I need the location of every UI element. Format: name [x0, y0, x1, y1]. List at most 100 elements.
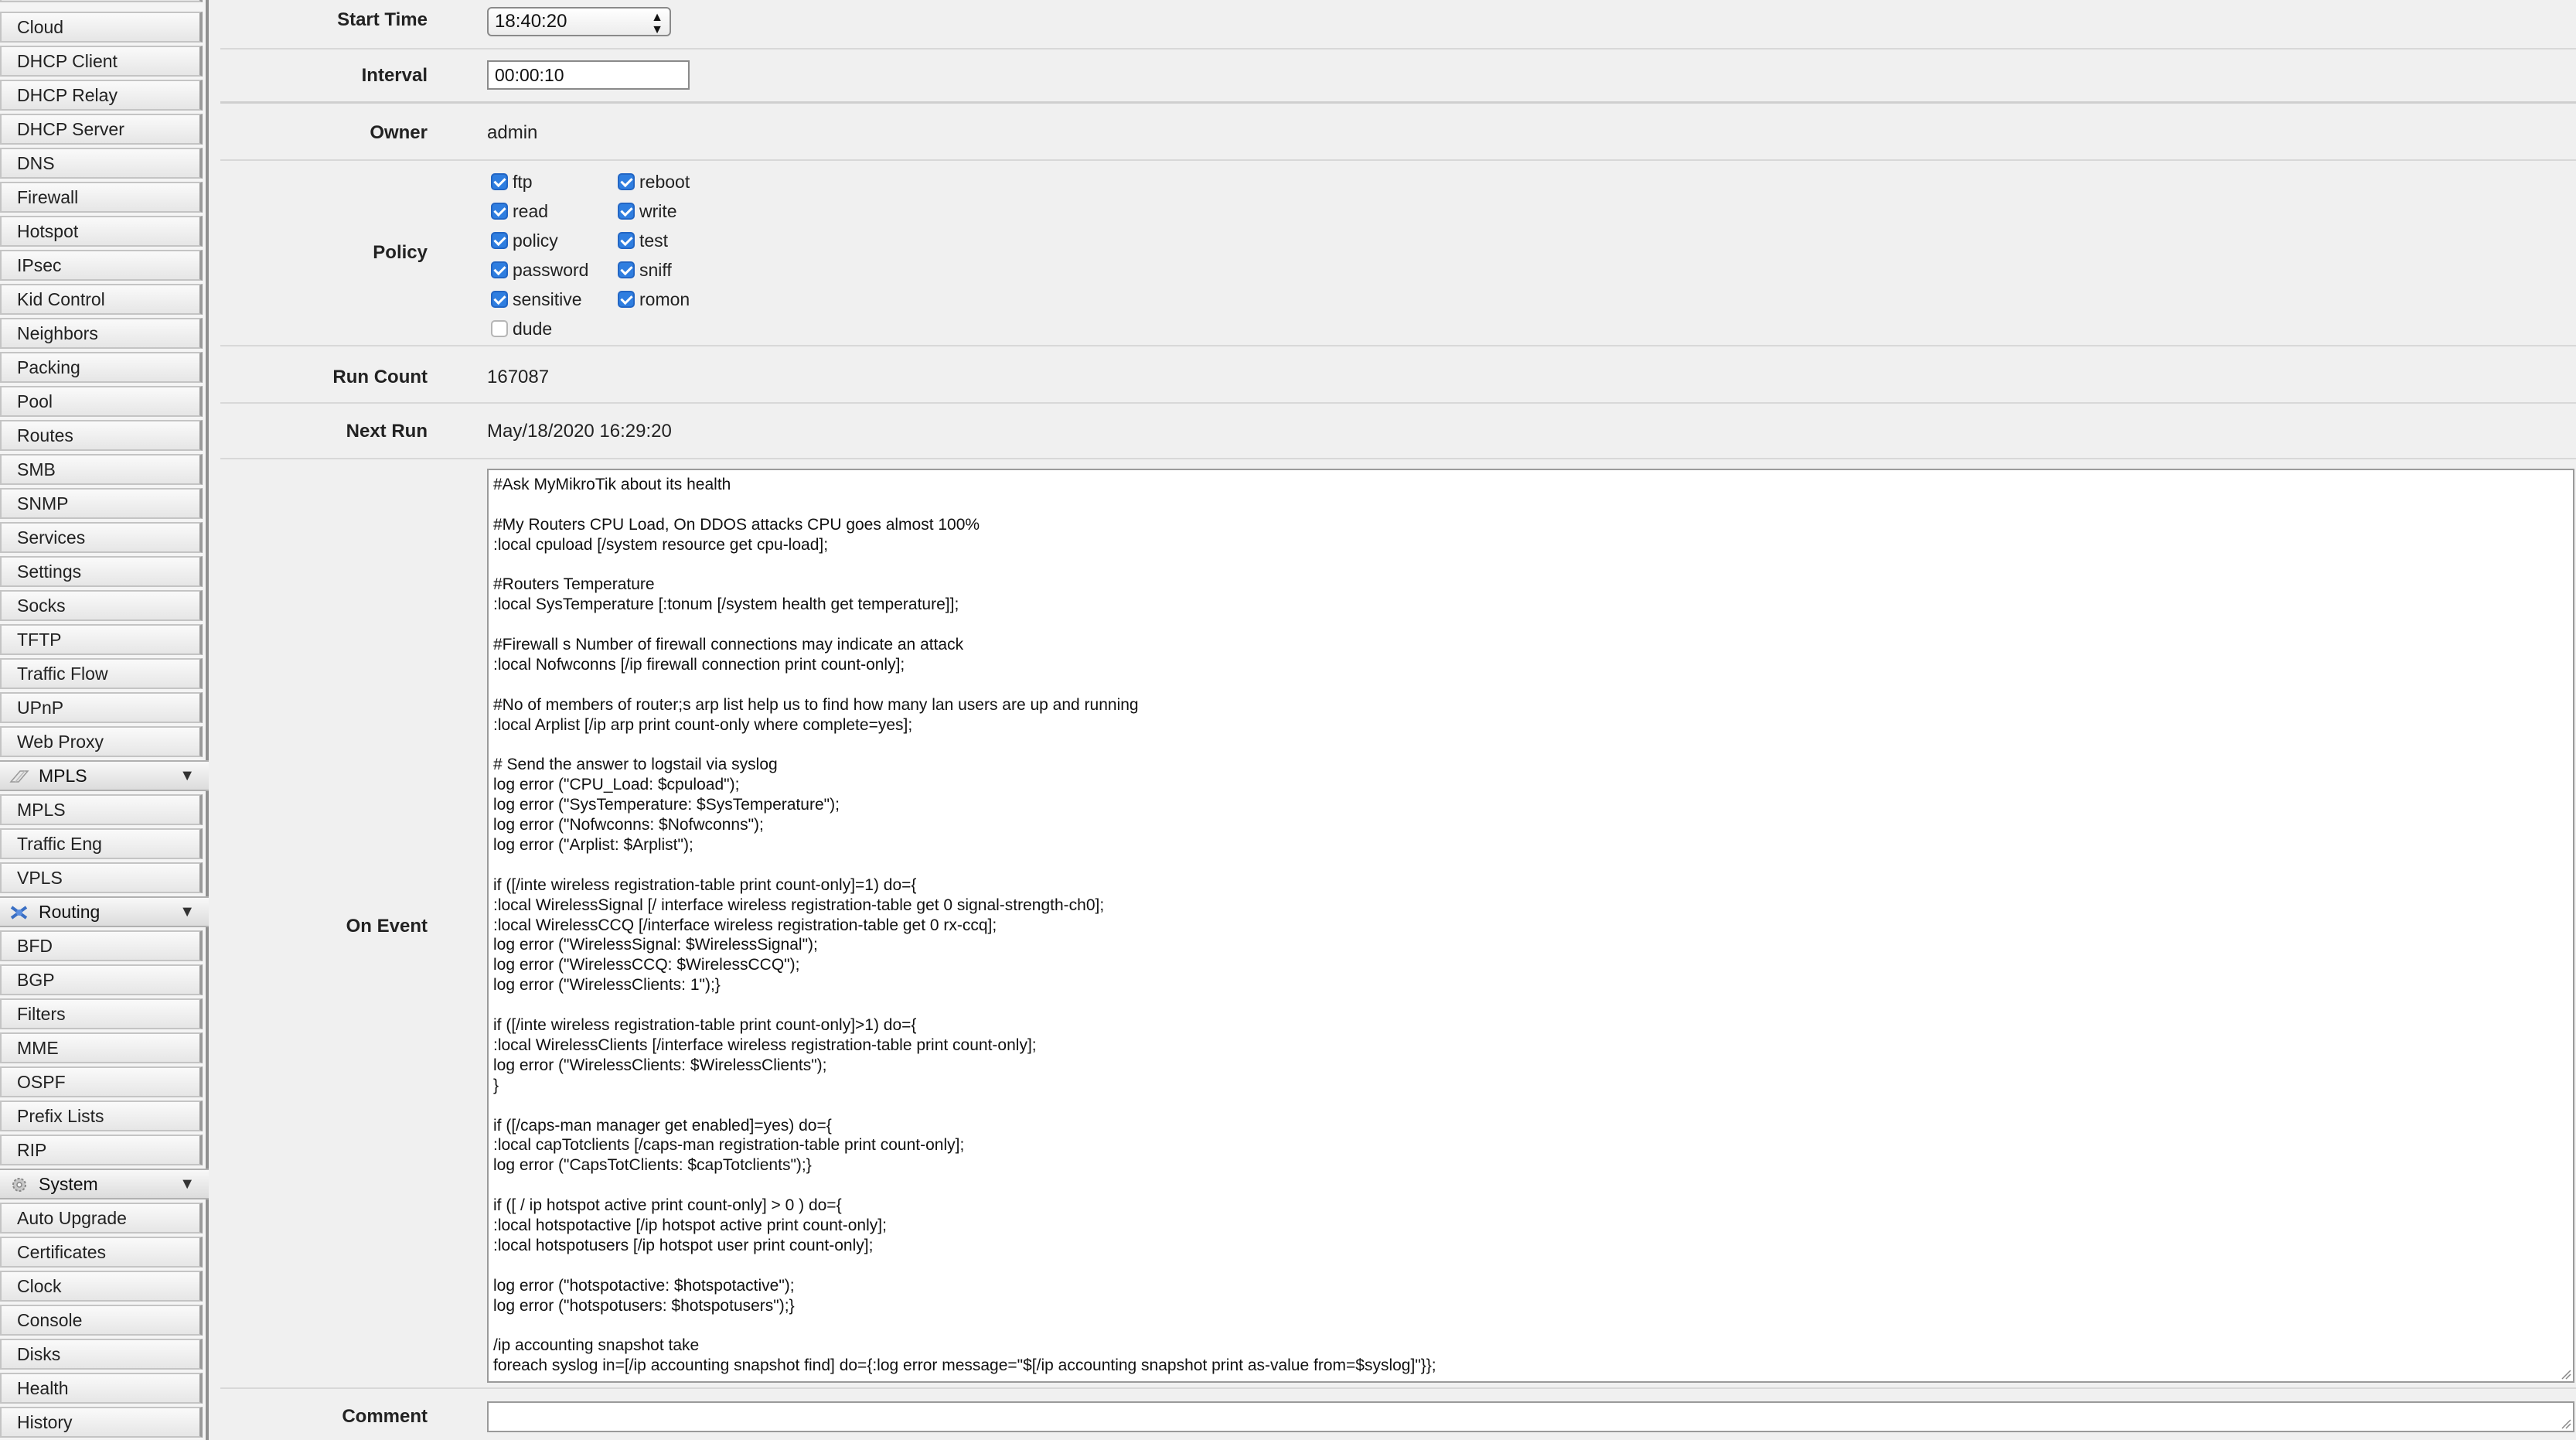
policy-checkbox-write[interactable]: write: [618, 200, 677, 223]
policy-checkbox-sensitive[interactable]: sensitive: [491, 288, 581, 311]
checkbox-checked-icon[interactable]: [618, 261, 635, 278]
sidebar-item-bfd[interactable]: BFD: [0, 930, 203, 961]
policy-checkbox-read[interactable]: read: [491, 200, 548, 223]
script-line: log error ("WirelessSignal: $WirelessSig…: [493, 936, 818, 954]
script-line: log error ("hotspotusers: $hotspotusers"…: [493, 1296, 795, 1315]
script-line: :local SysTemperature [:tonum [/system h…: [493, 595, 959, 614]
sidebar-item-routes[interactable]: Routes: [0, 420, 203, 451]
sidebar-item-settings[interactable]: Settings: [0, 556, 203, 587]
resize-handle-icon[interactable]: [2561, 1418, 2571, 1429]
sidebar-item-pool[interactable]: Pool: [0, 386, 203, 417]
sidebar-item-console[interactable]: Console: [0, 1305, 203, 1336]
start-time-value: 18:40:20: [495, 11, 567, 32]
sidebar-item-auto-upgrade[interactable]: Auto Upgrade: [0, 1203, 203, 1234]
sidebar-item-disks[interactable]: Disks: [0, 1339, 203, 1370]
comment-textarea[interactable]: [487, 1401, 2574, 1432]
sidebar-item-dhcp-client[interactable]: DHCP Client: [0, 46, 203, 77]
checkbox-checked-icon[interactable]: [491, 290, 508, 308]
policy-checkbox-policy[interactable]: policy: [491, 229, 558, 252]
sidebar-item-ipsec[interactable]: IPsec: [0, 250, 203, 281]
sidebar-item-mpls[interactable]: MPLS: [0, 794, 203, 825]
script-line: :local Nofwconns [/ip firewall connectio…: [493, 656, 905, 674]
sidebar-item-cloud[interactable]: Cloud: [0, 12, 203, 43]
policy-checkbox-sniff[interactable]: sniff: [618, 258, 672, 282]
sidebar-item-upnp[interactable]: UPnP: [0, 692, 203, 723]
sidebar-item-firewall[interactable]: Firewall: [0, 182, 203, 213]
sidebar-item-socks[interactable]: Socks: [0, 590, 203, 621]
run-count-row: Run Count 167087: [220, 346, 2576, 404]
sidebar-group-mpls[interactable]: MPLS ▼: [0, 760, 209, 791]
chevron-down-icon: ▼: [179, 767, 195, 784]
sidebar-item-tftp[interactable]: TFTP: [0, 624, 203, 655]
sidebar-item-partial[interactable]: [0, 0, 203, 2]
run-count-value: 167087: [487, 367, 550, 387]
interval-input[interactable]: [487, 60, 690, 90]
sidebar-item-prefix-lists[interactable]: Prefix Lists: [0, 1100, 203, 1131]
sidebar-item-hotspot[interactable]: Hotspot: [0, 216, 203, 247]
policy-checkbox-reboot[interactable]: reboot: [618, 170, 690, 193]
sidebar-item-health[interactable]: Health: [0, 1373, 203, 1404]
script-line: #No of members of router;s arp list help…: [493, 695, 1139, 714]
sidebar-item-dhcp-relay[interactable]: DHCP Relay: [0, 80, 203, 111]
checkbox-checked-icon[interactable]: [618, 231, 635, 249]
script-line: #Firewall s Number of firewall connectio…: [493, 636, 964, 654]
policy-checkbox-label: sniff: [639, 260, 672, 280]
sidebar-item-mme[interactable]: MME: [0, 1032, 203, 1063]
policy-checkbox-label: romon: [639, 289, 690, 309]
sidebar-item-snmp[interactable]: SNMP: [0, 488, 203, 519]
sidebar-item-services[interactable]: Services: [0, 522, 203, 553]
start-time-label: Start Time: [337, 9, 428, 30]
script-line: foreach syslog in=[/ip accounting snapsh…: [493, 1356, 1436, 1375]
checkbox-unchecked-icon[interactable]: [491, 319, 508, 337]
sidebar-item-web-proxy[interactable]: Web Proxy: [0, 726, 203, 757]
checkbox-checked-icon[interactable]: [491, 231, 508, 249]
sidebar-item-clock[interactable]: Clock: [0, 1271, 203, 1302]
script-line: log error ("CPU_Load: $cpuload");: [493, 776, 740, 794]
sidebar-item-dns[interactable]: DNS: [0, 148, 203, 179]
owner-label: Owner: [370, 122, 428, 143]
sidebar-item-smb[interactable]: SMB: [0, 454, 203, 485]
routing-icon: [10, 906, 28, 920]
policy-checkbox-label: dude: [513, 319, 553, 339]
policy-checkbox-label: reboot: [639, 172, 690, 192]
on-event-script-textarea[interactable]: #Ask MyMikroTik about its health #My Rout…: [487, 469, 2574, 1383]
sidebar-item-certificates[interactable]: Certificates: [0, 1237, 203, 1268]
checkbox-checked-icon[interactable]: [618, 172, 635, 190]
sidebar-group-routing[interactable]: Routing ▼: [0, 896, 209, 927]
checkbox-checked-icon[interactable]: [491, 172, 508, 190]
start-time-select[interactable]: 18:40:20 ▲ ▼: [487, 7, 671, 36]
script-line: :local cpuload [/system resource get cpu…: [493, 535, 829, 554]
sidebar-item-traffic-flow[interactable]: Traffic Flow: [0, 658, 203, 689]
checkbox-checked-icon[interactable]: [618, 290, 635, 308]
sidebar-item-filters[interactable]: Filters: [0, 998, 203, 1029]
on-event-label: On Event: [346, 916, 428, 937]
script-line: log error ("WirelessClients: $WirelessCl…: [493, 1056, 827, 1074]
policy-checkbox-test[interactable]: test: [618, 229, 668, 252]
policy-checkbox-romon[interactable]: romon: [618, 288, 690, 311]
checkbox-checked-icon[interactable]: [618, 202, 635, 220]
sidebar-item-kid-control[interactable]: Kid Control: [0, 284, 203, 315]
sidebar-item-history[interactable]: History: [0, 1407, 203, 1438]
sidebar: Cloud DHCP Client DHCP Relay DHCP Server DNS…: [0, 0, 209, 1440]
sidebar-item-dhcp-server[interactable]: DHCP Server: [0, 114, 203, 145]
resize-handle-icon[interactable]: [2561, 1369, 2571, 1380]
policy-checkbox-dude[interactable]: dude: [491, 317, 552, 340]
checkbox-checked-icon[interactable]: [491, 202, 508, 220]
updown-arrows-icon: ▲ ▼: [651, 11, 663, 36]
sidebar-item-packing[interactable]: Packing: [0, 352, 203, 383]
sidebar-item-ospf[interactable]: OSPF: [0, 1066, 203, 1097]
sidebar-item-vpls[interactable]: VPLS: [0, 862, 203, 893]
script-line: log error ("SysTemperature: $SysTemperat…: [493, 796, 840, 814]
script-line: #Ask MyMikroTik about its health: [493, 476, 731, 493]
owner-row: Owner admin: [220, 104, 2576, 161]
checkbox-checked-icon[interactable]: [491, 261, 508, 278]
script-line: log error ("Arplist: $Arplist");: [493, 836, 693, 855]
sidebar-item-neighbors[interactable]: Neighbors: [0, 318, 203, 349]
sidebar-item-traffic-eng[interactable]: Traffic Eng: [0, 828, 203, 859]
sidebar-item-rip[interactable]: RIP: [0, 1135, 203, 1165]
script-line: /ip accounting snapshot take: [493, 1336, 700, 1355]
policy-checkbox-ftp[interactable]: ftp: [491, 170, 533, 193]
sidebar-item-bgp[interactable]: BGP: [0, 964, 203, 995]
policy-checkbox-password[interactable]: password: [491, 258, 588, 282]
sidebar-group-system[interactable]: System ▼: [0, 1169, 209, 1199]
